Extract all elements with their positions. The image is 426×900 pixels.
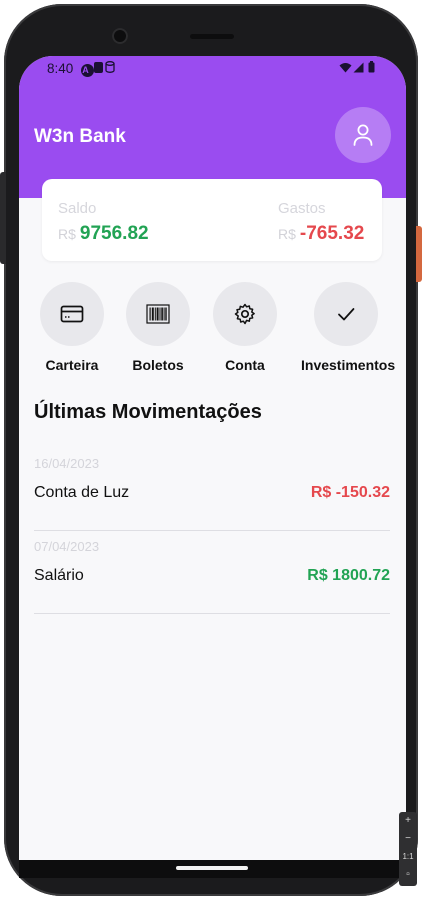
section-title: Últimas Movimentações [34, 401, 262, 423]
saldo-currency: R$ [58, 226, 76, 242]
zoom-reset-button[interactable]: 1:1 [399, 848, 417, 866]
battery-icon [365, 61, 378, 74]
action-circle[interactable] [314, 282, 378, 346]
check-icon [338, 308, 355, 321]
zoom-out-button[interactable]: − [399, 830, 417, 848]
saldo-label: Saldo [58, 200, 97, 217]
action-circle[interactable] [40, 282, 104, 346]
action-conta[interactable]: Conta [200, 282, 290, 373]
status-left-icons: A [81, 61, 116, 77]
action-label: Carteira [45, 357, 99, 373]
wifi-icon [339, 62, 352, 75]
transaction-description: Salário [34, 567, 84, 584]
earpiece-speaker [190, 34, 234, 39]
signal-icon [352, 62, 365, 75]
app-header: 8:40 A W3n Bank [19, 56, 406, 198]
action-label: Boletos [132, 357, 184, 373]
saldo-amount: 9756.82 [79, 223, 149, 244]
status-right-icons [339, 61, 378, 76]
barcode-icon [146, 304, 170, 324]
sd-card-icon [94, 62, 103, 73]
volume-button [416, 226, 422, 282]
action-label: Conta [225, 357, 265, 373]
gear-icon [234, 303, 255, 325]
action-investimentos[interactable]: Investimentos [301, 282, 396, 373]
gastos-label: Gastos [278, 200, 326, 217]
action-label: Investimentos [301, 357, 396, 373]
zoom-in-button[interactable]: + [399, 812, 417, 830]
user-icon [353, 124, 373, 146]
home-gesture-bar[interactable] [176, 866, 248, 870]
status-bar: 8:40 A [19, 56, 406, 82]
transaction-date: 16/04/2023 [34, 456, 100, 471]
transaction-date: 07/04/2023 [34, 539, 100, 554]
transaction-row[interactable]: 07/04/2023 Salário R$ 1800.72 [34, 529, 390, 614]
action-carteira[interactable]: Carteira [27, 282, 117, 373]
android-icon: A [81, 64, 94, 77]
saldo-value: R$ 9756.82 [58, 223, 149, 245]
balance-card: Saldo R$ 9756.82 Gastos R$ -765.32 [42, 179, 382, 261]
app-screen: 8:40 A W3n Bank Saldo R$ 9756.82 Gastos … [19, 56, 406, 860]
gastos-amount: -765.32 [299, 223, 365, 244]
transaction-row[interactable]: 16/04/2023 Conta de Luz R$ -150.32 [34, 446, 390, 531]
credit-card-icon [60, 305, 84, 323]
power-button [0, 172, 6, 264]
action-circle[interactable] [126, 282, 190, 346]
status-time: 8:40 [47, 61, 74, 76]
gastos-value: R$ -765.32 [278, 223, 364, 245]
gastos-currency: R$ [278, 226, 296, 242]
action-boletos[interactable]: Boletos [113, 282, 203, 373]
transaction-description: Conta de Luz [34, 484, 130, 501]
emulator-zoom-control: + − 1:1 ▫ [399, 812, 417, 886]
transaction-amount: R$ 1800.72 [307, 567, 390, 584]
action-circle[interactable] [213, 282, 277, 346]
profile-button[interactable] [335, 107, 391, 163]
front-camera [112, 28, 128, 44]
app-title: W3n Bank [34, 126, 126, 147]
transaction-amount: R$ -150.32 [310, 484, 390, 501]
zoom-fit-button[interactable]: ▫ [399, 866, 417, 884]
database-icon [103, 61, 116, 74]
